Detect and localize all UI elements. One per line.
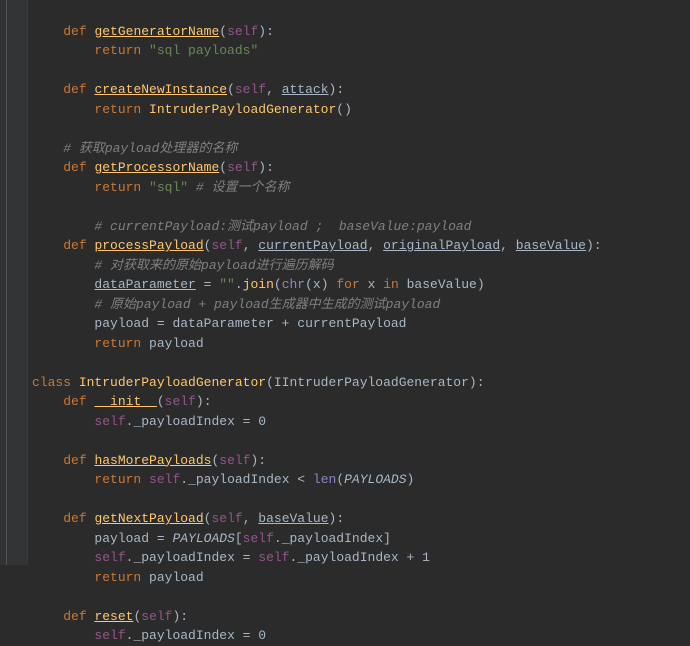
code-line — [32, 355, 40, 370]
code-line: payload = dataParameter + currentPayload — [32, 316, 406, 331]
code-line: class IntruderPayloadGenerator(IIntruder… — [32, 375, 485, 390]
code-line — [32, 63, 40, 78]
code-line — [32, 121, 40, 136]
code-line — [32, 589, 40, 604]
code-line: # 原始payload + payload生成器中生成的测试payload — [32, 297, 440, 312]
code-line: return "sql payloads" — [32, 43, 258, 58]
code-line — [32, 433, 40, 448]
code-line: return self._payloadIndex < len(PAYLOADS… — [32, 472, 414, 487]
code-line: # currentPayload:测试payload ; baseValue:p… — [32, 219, 471, 234]
code-line: # 获取payload处理器的名称 — [32, 141, 237, 156]
code-line: def __init__(self): — [32, 394, 212, 409]
code-line — [32, 492, 40, 507]
code-line: self._payloadIndex = 0 — [32, 414, 266, 429]
code-line: return "sql" # 设置一个名称 — [32, 180, 289, 195]
code-line: dataParameter = "".join(chr(x) for x in … — [32, 277, 485, 292]
code-editor[interactable]: def getGeneratorName(self): return "sql … — [28, 2, 602, 646]
code-line: self._payloadIndex = 0 — [32, 628, 266, 643]
code-line: def hasMorePayloads(self): — [32, 453, 266, 468]
code-line: def getGeneratorName(self): — [32, 24, 274, 39]
code-line: def getNextPayload(self, baseValue): — [32, 511, 344, 526]
code-line: def reset(self): — [32, 609, 188, 624]
code-line: return payload — [32, 336, 204, 351]
code-line: return IntruderPayloadGenerator() — [32, 102, 352, 117]
code-line: payload = PAYLOADS[self._payloadIndex] — [32, 531, 391, 546]
code-line: def getProcessorName(self): — [32, 160, 274, 175]
code-line — [32, 199, 40, 214]
gutter — [0, 0, 28, 565]
code-line: self._payloadIndex = self._payloadIndex … — [32, 550, 430, 565]
code-line: def processPayload(self, currentPayload,… — [32, 238, 602, 253]
code-line: return payload — [32, 570, 204, 585]
code-line: # 对获取来的原始payload进行遍历解码 — [32, 258, 334, 273]
code-line: def createNewInstance(self, attack): — [32, 82, 344, 97]
